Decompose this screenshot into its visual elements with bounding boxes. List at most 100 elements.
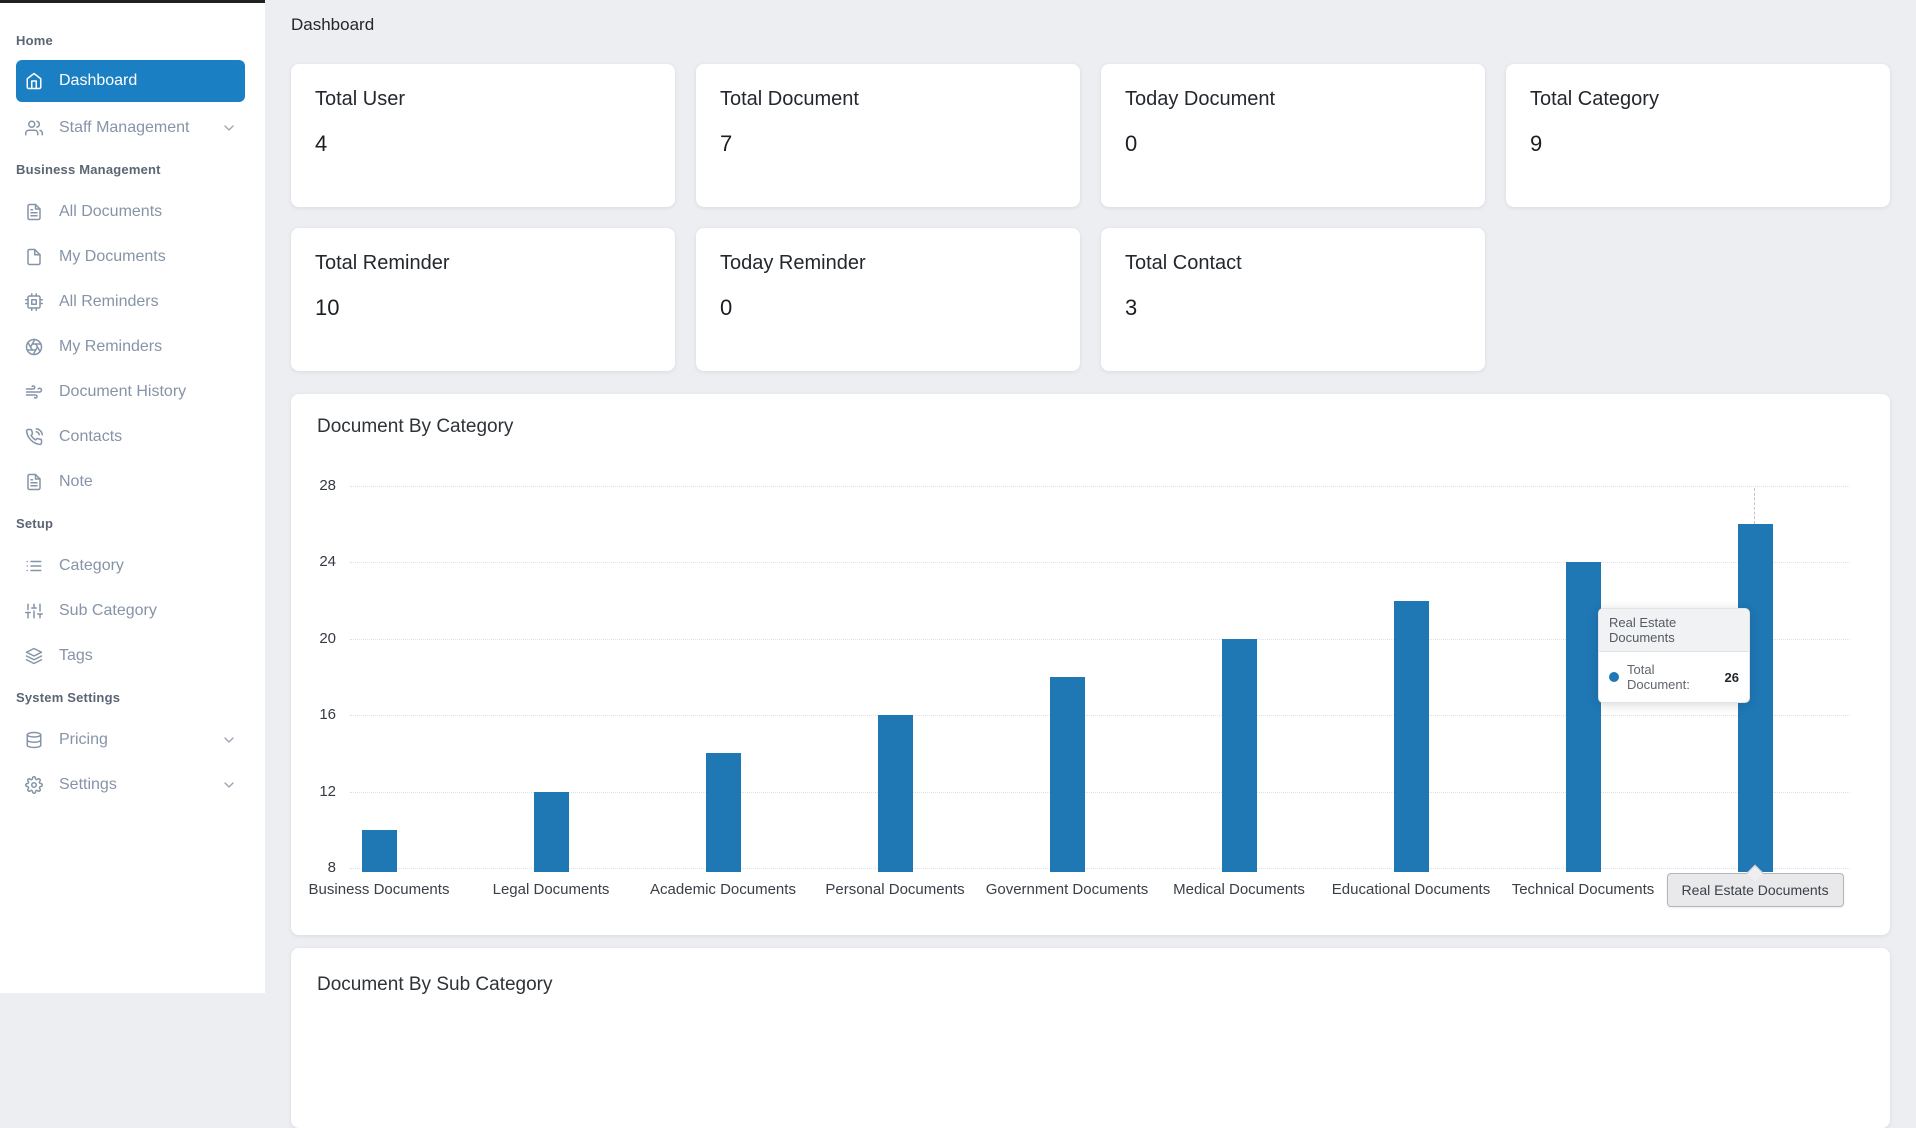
chevron-down-icon — [221, 120, 237, 136]
x-axis-label-medical-documents: Medical Documents — [1144, 881, 1334, 898]
bar-government-documents[interactable] — [1050, 677, 1085, 872]
stat-card-title: Total Category — [1530, 88, 1866, 111]
stat-card-value: 0 — [1125, 131, 1461, 157]
bar-technical-documents[interactable] — [1566, 562, 1601, 872]
sidebar-item-label: Settings — [59, 776, 117, 794]
gridline-y-12 — [350, 792, 1850, 793]
y-axis-tick-8: 8 — [296, 859, 336, 876]
stat-card-total-document: Total Document 7 — [696, 64, 1080, 207]
stat-card-title: Today Document — [1125, 88, 1461, 111]
bar-business-documents[interactable] — [362, 830, 397, 872]
wind-icon — [25, 383, 43, 401]
layers-icon — [25, 647, 43, 665]
chevron-down-icon — [221, 732, 237, 748]
sidebar-item-label: Document History — [59, 383, 186, 401]
sidebar-item-label: Contacts — [59, 428, 122, 446]
file-text-icon — [25, 473, 43, 491]
y-axis-tick-24: 24 — [296, 553, 336, 570]
gridline-y-16 — [350, 715, 1850, 716]
bar-legal-documents[interactable] — [534, 792, 569, 872]
sidebar-item-my-reminders[interactable]: My Reminders — [16, 324, 245, 369]
tooltip-series-label: Total Document: — [1627, 662, 1720, 692]
bar-academic-documents[interactable] — [706, 753, 741, 872]
sidebar-item-label: Staff Management — [59, 119, 189, 137]
x-axis-label-educational-documents: Educational Documents — [1316, 881, 1506, 898]
page-title: Dashboard — [291, 14, 1890, 36]
sidebar-section-label-business-management: Business Management — [16, 162, 241, 177]
stat-card-title: Total Reminder — [315, 252, 651, 275]
tooltip-body: Total Document: 26 — [1599, 652, 1749, 702]
x-axis-label-technical-documents: Technical Documents — [1488, 881, 1678, 898]
tooltip-value: 26 — [1725, 670, 1739, 685]
hover-crosshair-line — [1754, 488, 1755, 524]
list-icon — [25, 557, 43, 575]
sidebar-item-contacts[interactable]: Contacts — [16, 414, 245, 459]
file-text-icon — [25, 203, 43, 221]
x-axis-label-government-documents: Government Documents — [972, 881, 1162, 898]
sidebar-item-label: All Documents — [59, 203, 162, 221]
stat-card-total-user: Total User 4 — [291, 64, 675, 207]
x-axis-label-legal-documents: Legal Documents — [456, 881, 646, 898]
database-icon — [25, 731, 43, 749]
sidebar-item-sub-category[interactable]: Sub Category — [16, 588, 245, 633]
stat-card-title: Today Reminder — [720, 252, 1056, 275]
chevron-down-icon — [221, 777, 237, 793]
y-axis-tick-20: 20 — [296, 630, 336, 647]
sidebar-item-label: Note — [59, 473, 93, 491]
sidebar-section-label-home: Home — [16, 33, 241, 48]
sidebar-item-all-reminders[interactable]: All Reminders — [16, 279, 245, 324]
chart-title: Document By Category — [317, 416, 513, 438]
sidebar-item-pricing[interactable]: Pricing — [16, 717, 245, 762]
main-content: Dashboard Total User 4 Total Document 7 Toda… — [265, 0, 1916, 1128]
y-axis-tick-12: 12 — [296, 783, 336, 800]
sidebar-item-label: All Reminders — [59, 293, 159, 311]
sidebar-item-document-history[interactable]: Document History — [16, 369, 245, 414]
stat-card-today-document: Today Document 0 — [1101, 64, 1485, 207]
sidebar-item-settings[interactable]: Settings — [16, 762, 245, 807]
stat-card-total-reminder: Total Reminder 10 — [291, 228, 675, 371]
sidebar-item-category[interactable]: Category — [16, 543, 245, 588]
stat-card-today-reminder: Today Reminder 0 — [696, 228, 1080, 371]
sidebar-item-tags[interactable]: Tags — [16, 633, 245, 678]
stat-card-total-contact: Total Contact 3 — [1101, 228, 1485, 371]
sidebar-section-label-setup: Setup — [16, 516, 241, 531]
sidebar-item-all-documents[interactable]: All Documents — [16, 189, 245, 234]
sidebar-item-note[interactable]: Note — [16, 459, 245, 504]
stat-card-value: 4 — [315, 131, 651, 157]
stat-card-value: 10 — [315, 295, 651, 321]
stat-card-title: Total Contact — [1125, 252, 1461, 275]
y-axis-tick-28: 28 — [296, 477, 336, 494]
x-axis-label-academic-documents: Academic Documents — [628, 881, 818, 898]
stat-card-value: 3 — [1125, 295, 1461, 321]
sidebar-item-label: My Documents — [59, 248, 166, 266]
document-by-category-card: Document By Category Real Estate Documen… — [291, 394, 1890, 935]
x-axis-label-personal-documents: Personal Documents — [800, 881, 990, 898]
stat-card-title: Total Document — [720, 88, 1056, 111]
sidebar: Home Dashboard Staff Management Business Ma… — [0, 0, 265, 993]
sidebar-item-dashboard[interactable]: Dashboard — [16, 60, 245, 102]
bar-educational-documents[interactable] — [1394, 601, 1429, 872]
stat-cards-grid: Total User 4 Total Document 7 Today Document… — [291, 64, 1890, 371]
tooltip-title: Real Estate Documents — [1599, 609, 1749, 652]
cpu-icon — [25, 293, 43, 311]
sidebar-item-label: Category — [59, 557, 124, 575]
document-by-sub-category-card: Document By Sub Category — [291, 948, 1890, 1128]
sidebar-item-label: My Reminders — [59, 338, 162, 356]
bar-medical-documents[interactable] — [1222, 639, 1257, 872]
stat-card-value: 7 — [720, 131, 1056, 157]
file-icon — [25, 248, 43, 266]
users-icon — [25, 119, 43, 137]
y-axis-tick-16: 16 — [296, 706, 336, 723]
sidebar-item-label: Sub Category — [59, 602, 157, 620]
x-axis-label-real-estate-documents: Real Estate Documents — [1667, 873, 1844, 907]
stat-card-total-category: Total Category9 — [1506, 64, 1890, 207]
stat-card-value: 0 — [720, 295, 1056, 321]
sidebar-item-staff-management[interactable]: Staff Management — [16, 105, 245, 150]
bar-personal-documents[interactable] — [878, 715, 913, 872]
stat-card-title: Total User — [315, 88, 651, 111]
sidebar-item-label: Tags — [59, 647, 93, 665]
home-icon — [25, 72, 43, 90]
sidebar-item-my-documents[interactable]: My Documents — [16, 234, 245, 279]
gridline-y-28 — [350, 486, 1850, 487]
gridline-y-8 — [350, 868, 1850, 869]
